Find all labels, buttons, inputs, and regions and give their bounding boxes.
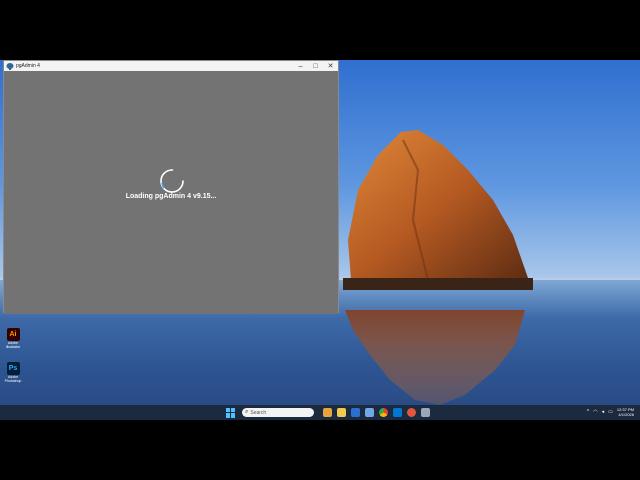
loading-spinner-icon bbox=[160, 169, 184, 193]
taskbar-clock[interactable]: 12:37 PM 4/1/2026 bbox=[617, 407, 634, 417]
taskbar-chrome-icon[interactable] bbox=[379, 408, 388, 417]
taskbar-pgadmin-icon[interactable] bbox=[421, 408, 430, 417]
search-icon: ⌕ bbox=[245, 409, 249, 415]
desktop-icon-label: Adobe Photoshop bbox=[4, 375, 22, 383]
taskbar-search-box[interactable]: ⌕ Search bbox=[242, 408, 314, 417]
taskbar-mail-icon[interactable] bbox=[351, 408, 360, 417]
wifi-icon[interactable]: ◠ bbox=[593, 409, 597, 415]
wallpaper-rock bbox=[343, 130, 533, 290]
taskbar-app-widgets-icon[interactable] bbox=[323, 408, 332, 417]
tray-chevron-icon[interactable]: ^ bbox=[587, 409, 589, 415]
desktop-icon-label: Adobe Illustrator bbox=[5, 341, 21, 349]
wallpaper-reflection bbox=[345, 310, 525, 405]
loading-panel: Loading pgAdmin 4 v9.15... bbox=[4, 71, 338, 314]
desktop-icon-illustrator[interactable]: Ai Adobe Illustrator bbox=[4, 328, 22, 350]
search-placeholder: Search bbox=[250, 409, 267, 416]
window-title: pgAdmin 4 bbox=[16, 63, 40, 69]
battery-icon[interactable]: ▭ bbox=[608, 409, 613, 415]
desktop-icon-photoshop[interactable]: Ps Adobe Photoshop bbox=[4, 362, 22, 384]
taskbar-app-icon-red[interactable] bbox=[407, 408, 416, 417]
photoshop-icon: Ps bbox=[6, 362, 20, 375]
taskbar-app-icon[interactable] bbox=[365, 408, 374, 417]
illustrator-icon: Ai bbox=[6, 328, 20, 341]
clock-date: 4/1/2026 bbox=[618, 412, 634, 417]
start-button[interactable] bbox=[226, 407, 236, 418]
minimize-button[interactable]: – bbox=[293, 61, 308, 71]
desktop: pgAdmin 4 – □ ✕ Loading pgAdmin 4 v9.15.… bbox=[0, 60, 640, 420]
maximize-button[interactable]: □ bbox=[308, 61, 323, 71]
volume-icon[interactable]: ◂ bbox=[602, 409, 605, 415]
taskbar: ⌕ Search ^ ◠ ◂ ▭ 12:37 PM 4/1/2026 bbox=[0, 405, 640, 420]
window-titlebar[interactable]: pgAdmin 4 – □ ✕ bbox=[4, 61, 338, 71]
pgadmin-app-icon bbox=[6, 62, 14, 70]
taskbar-file-explorer-icon[interactable] bbox=[337, 408, 346, 417]
close-button[interactable]: ✕ bbox=[323, 61, 338, 71]
taskbar-vscode-icon[interactable] bbox=[393, 408, 402, 417]
pgadmin-window[interactable]: pgAdmin 4 – □ ✕ Loading pgAdmin 4 v9.15.… bbox=[3, 60, 339, 314]
loading-text: Loading pgAdmin 4 v9.15... bbox=[125, 193, 217, 200]
